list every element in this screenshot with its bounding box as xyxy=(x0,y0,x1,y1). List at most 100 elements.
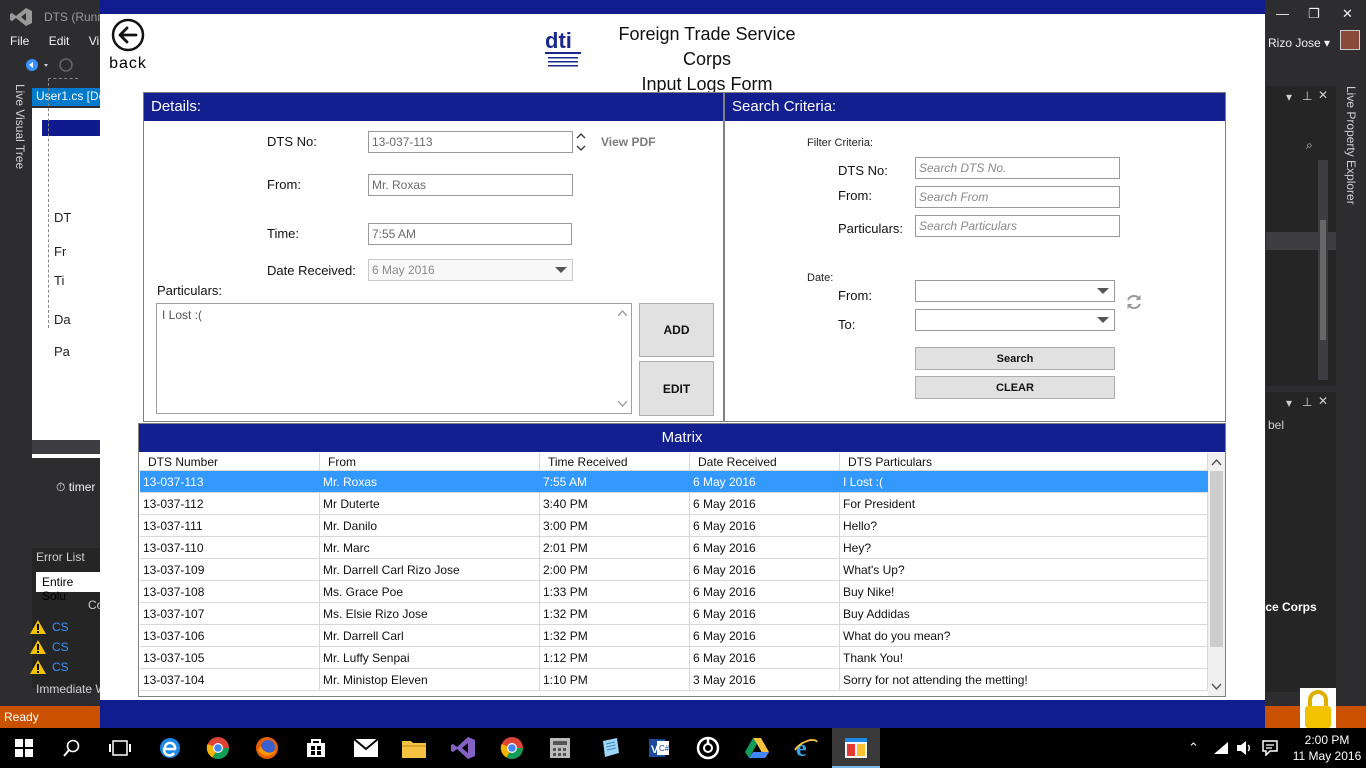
firefox-icon[interactable] xyxy=(253,734,281,762)
vs-menu-view[interactable]: Vi xyxy=(89,34,99,48)
table-cell[interactable]: 6 May 2016 xyxy=(690,559,840,580)
table-cell[interactable]: 6 May 2016 xyxy=(690,515,840,536)
table-cell[interactable]: Mr. Marc xyxy=(320,537,540,558)
table-cell[interactable]: 1:32 PM xyxy=(540,603,690,624)
edge-icon[interactable] xyxy=(156,734,184,762)
table-cell[interactable]: 3:40 PM xyxy=(540,493,690,514)
scroll-up-icon[interactable] xyxy=(618,310,627,316)
table-cell[interactable]: Mr. Ministop Eleven xyxy=(320,669,540,690)
calculator-icon[interactable] xyxy=(546,734,574,762)
table-row[interactable]: 13-037-109 Mr. Darrell Carl Rizo Jose 2:00… xyxy=(140,559,1208,581)
date-received-picker[interactable]: 6 May 2016 xyxy=(368,259,573,281)
chrome-icon[interactable] xyxy=(204,734,232,762)
search-particulars-input[interactable]: Search Particulars xyxy=(915,215,1120,237)
vs-menu-file[interactable]: File xyxy=(10,34,29,48)
error-code[interactable]: CS xyxy=(52,620,69,634)
minimize-icon[interactable]: — xyxy=(1276,6,1289,21)
table-cell[interactable]: 3 May 2016 xyxy=(690,669,840,690)
start-icon[interactable] xyxy=(10,734,38,762)
search-icon[interactable] xyxy=(58,734,86,762)
column-header-time-received[interactable]: Time Received xyxy=(540,453,690,470)
table-cell[interactable]: Mr. Roxas xyxy=(320,471,540,492)
clear-button[interactable]: CLEAR xyxy=(915,376,1115,399)
from-field[interactable]: Mr. Roxas xyxy=(368,174,573,196)
search-button[interactable]: Search xyxy=(915,347,1115,370)
table-cell[interactable]: Mr. Darrell Carl xyxy=(320,625,540,646)
table-row[interactable]: 13-037-112 Mr Duterte 3:40 PM 6 May 2016 For… xyxy=(140,493,1208,515)
table-cell[interactable]: 13-037-106 xyxy=(140,625,320,646)
column-header-dts-number[interactable]: DTS Number xyxy=(140,453,320,470)
error-code[interactable]: CS xyxy=(52,640,69,654)
table-cell[interactable]: What's Up? xyxy=(840,559,1208,580)
vs-code-icon[interactable]: V C# xyxy=(645,734,673,762)
media-icon[interactable] xyxy=(694,734,722,762)
view-pdf-link[interactable]: View PDF xyxy=(601,135,655,149)
time-field[interactable]: 7:55 AM xyxy=(368,223,572,245)
table-cell[interactable]: 2:01 PM xyxy=(540,537,690,558)
table-row[interactable]: 13-037-106 Mr. Darrell Carl 1:32 PM 6 May 2… xyxy=(140,625,1208,647)
table-cell[interactable]: 1:10 PM xyxy=(540,669,690,690)
signed-in-user[interactable]: Rizo Jose ▾ xyxy=(1268,36,1330,50)
table-cell[interactable]: 6 May 2016 xyxy=(690,647,840,668)
matrix-grid[interactable]: DTS Number From Time Received Date Recei… xyxy=(140,453,1208,691)
table-cell[interactable]: 13-037-107 xyxy=(140,603,320,624)
ie-icon[interactable]: e xyxy=(792,734,820,762)
table-cell[interactable]: 13-037-109 xyxy=(140,559,320,580)
error-code[interactable]: CS xyxy=(52,660,69,674)
table-cell[interactable]: 13-037-104 xyxy=(140,669,320,690)
scroll-down-icon[interactable] xyxy=(1211,681,1222,692)
scroll-down-icon[interactable] xyxy=(618,401,627,407)
live-property-explorer-tab[interactable]: Live Property Explorer xyxy=(1342,86,1358,206)
scrollbar-thumb[interactable] xyxy=(1210,471,1223,647)
textarea-scrollbar[interactable] xyxy=(614,304,631,413)
table-cell[interactable]: Thank You! xyxy=(840,647,1208,668)
vs-vertical-scrollbar[interactable] xyxy=(1318,160,1328,380)
timer-component[interactable]: ⏱ timer xyxy=(56,480,95,495)
avatar[interactable] xyxy=(1340,30,1360,50)
scroll-up-icon[interactable] xyxy=(1211,457,1222,468)
close-icon[interactable]: ✕ xyxy=(1342,6,1353,22)
back-button[interactable]: back xyxy=(106,18,150,72)
table-cell[interactable]: Mr. Darrell Carl Rizo Jose xyxy=(320,559,540,580)
search-dts-no-input[interactable]: Search DTS No. xyxy=(915,157,1120,179)
table-cell[interactable]: I Lost :( xyxy=(840,471,1208,492)
table-cell[interactable]: 13-037-111 xyxy=(140,515,320,536)
taskbar-clock[interactable]: 2:00 PM 11 May 2016 xyxy=(1292,732,1362,764)
table-row[interactable]: 13-037-113 Mr. Roxas 7:55 AM 6 May 2016 I Lo… xyxy=(140,471,1208,493)
notepad-icon[interactable] xyxy=(596,734,624,762)
table-cell[interactable]: 1:12 PM xyxy=(540,647,690,668)
wifi-icon[interactable] xyxy=(1212,740,1230,756)
column-header-date-received[interactable]: Date Received xyxy=(690,453,840,470)
task-view-icon[interactable] xyxy=(106,734,134,762)
table-row[interactable]: 13-037-110 Mr. Marc 2:01 PM 6 May 2016 Hey? xyxy=(140,537,1208,559)
table-row[interactable]: 13-037-105 Mr. Luffy Senpai 1:12 PM 6 May 2… xyxy=(140,647,1208,669)
table-cell[interactable]: 2:00 PM xyxy=(540,559,690,580)
close-icon[interactable]: ✕ xyxy=(1318,88,1328,102)
notifications-icon[interactable] xyxy=(1262,740,1278,756)
pin-icon[interactable]: ⊥ xyxy=(1302,89,1312,103)
vs-navigate-back-icon[interactable] xyxy=(24,56,104,76)
table-cell[interactable]: 13-037-110 xyxy=(140,537,320,558)
vs-horizontal-scrollbar[interactable] xyxy=(32,440,102,454)
grid-scrollbar[interactable] xyxy=(1208,453,1225,696)
table-cell[interactable]: 13-037-112 xyxy=(140,493,320,514)
table-cell[interactable]: Ms. Elsie Rizo Jose xyxy=(320,603,540,624)
particulars-textarea[interactable]: I Lost :( xyxy=(156,303,632,414)
table-row[interactable]: 13-037-107 Ms. Elsie Rizo Jose 1:32 PM 6 Ma… xyxy=(140,603,1208,625)
mail-icon[interactable] xyxy=(352,734,380,762)
table-cell[interactable]: Ms. Grace Poe xyxy=(320,581,540,602)
store-icon[interactable] xyxy=(302,734,330,762)
table-cell[interactable]: Hey? xyxy=(840,537,1208,558)
error-scope-select[interactable]: Entire Solu xyxy=(36,572,102,603)
add-button[interactable]: ADD xyxy=(639,303,714,357)
table-cell[interactable]: 6 May 2016 xyxy=(690,625,840,646)
immediate-window-tab[interactable]: Immediate W xyxy=(36,682,107,696)
table-cell[interactable]: 1:33 PM xyxy=(540,581,690,602)
edit-button[interactable]: EDIT xyxy=(639,361,714,416)
table-cell[interactable]: 6 May 2016 xyxy=(690,537,840,558)
table-row[interactable]: 13-037-111 Mr. Danilo 3:00 PM 6 May 2016 Hel… xyxy=(140,515,1208,537)
volume-icon[interactable] xyxy=(1236,740,1252,756)
table-cell[interactable]: Hello? xyxy=(840,515,1208,536)
vs-menu-edit[interactable]: Edit xyxy=(49,34,70,48)
table-cell[interactable]: Mr. Luffy Senpai xyxy=(320,647,540,668)
